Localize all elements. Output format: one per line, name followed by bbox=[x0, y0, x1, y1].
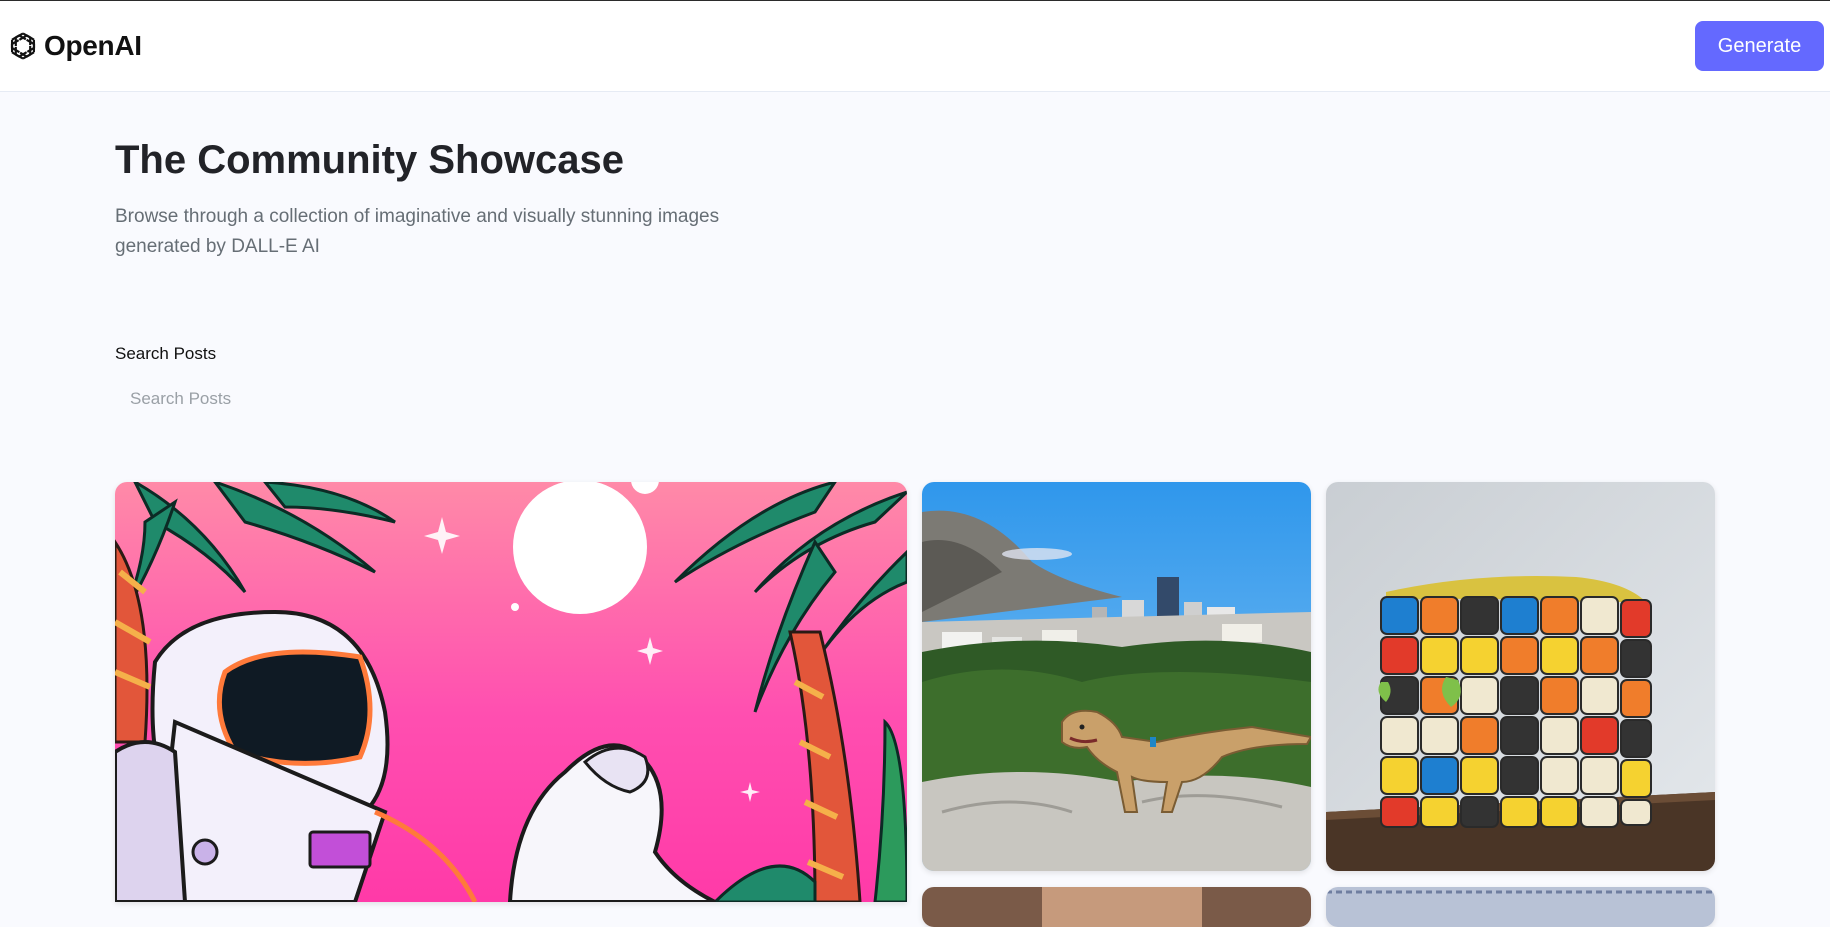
gallery-card-partial[interactable] bbox=[922, 887, 1311, 927]
partial-image bbox=[922, 887, 1311, 927]
main-content: The Community Showcase Browse through a … bbox=[115, 92, 1715, 927]
search-label: Search Posts bbox=[115, 344, 217, 363]
gallery-card-dinosaur[interactable] bbox=[922, 482, 1311, 871]
brand-name: OpenAI bbox=[44, 30, 142, 61]
openai-logo-icon bbox=[10, 32, 36, 60]
gallery-card-astronaut[interactable] bbox=[115, 482, 907, 902]
partial-image bbox=[1326, 887, 1715, 927]
gallery-card-rubiks-cake[interactable] bbox=[1326, 482, 1715, 871]
site-header: OpenAI Generate bbox=[0, 1, 1830, 92]
generate-button[interactable]: Generate bbox=[1695, 21, 1824, 71]
brand-logo-link[interactable]: OpenAI bbox=[5, 28, 142, 64]
astronaut-palm-trees-image bbox=[115, 482, 907, 902]
page-subtitle: Browse through a collection of imaginati… bbox=[115, 206, 720, 257]
dinosaur-city-image bbox=[922, 482, 1311, 871]
search-input[interactable] bbox=[115, 378, 735, 420]
gallery-card-partial[interactable] bbox=[1326, 887, 1715, 927]
page-title: The Community Showcase bbox=[115, 138, 624, 182]
rubiks-cube-cake-image bbox=[1326, 482, 1715, 871]
